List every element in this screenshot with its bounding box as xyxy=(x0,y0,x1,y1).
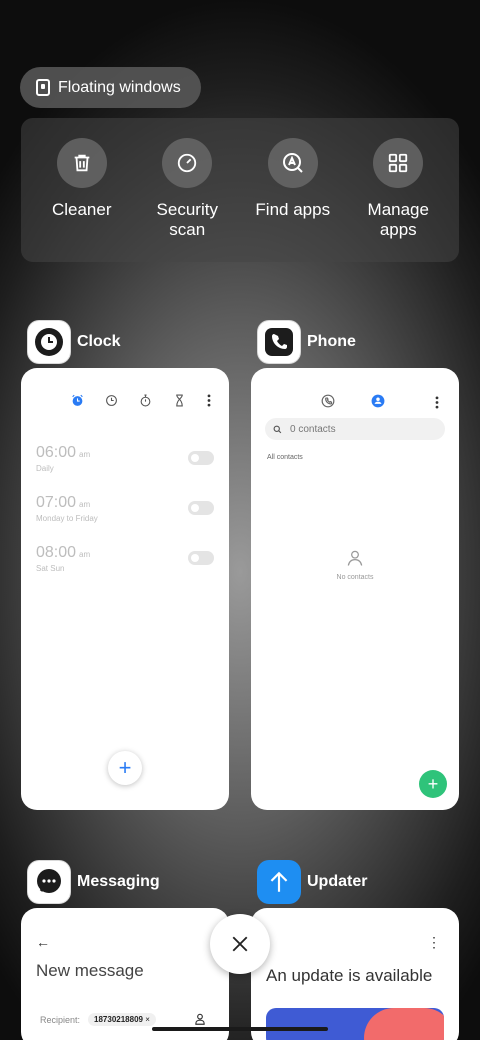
alarm-time-value: 08:00 xyxy=(36,544,77,561)
clock-tabs xyxy=(71,394,211,407)
empty-state: No contacts xyxy=(251,548,459,581)
add-alarm-button[interactable]: + xyxy=(108,751,142,785)
alarm-row[interactable]: 08:00 am Sat Sun xyxy=(36,544,214,584)
contact-picker-icon[interactable] xyxy=(193,1012,207,1026)
home-indicator[interactable] xyxy=(152,1027,328,1031)
phone-tabs xyxy=(321,394,385,408)
recipient-label: Recipient: xyxy=(40,1014,81,1025)
call-log-tab-icon[interactable] xyxy=(321,394,335,408)
alarm-tab-icon[interactable] xyxy=(71,394,84,407)
security-scan-label-line1: Security xyxy=(156,200,218,219)
close-icon xyxy=(232,936,248,952)
alarm-row[interactable]: 06:00 am Daily xyxy=(36,444,214,484)
updater-app-card[interactable]: ⋮ An update is available xyxy=(251,908,459,1040)
alarm-time-value: 06:00 xyxy=(36,444,77,461)
clock-app-card[interactable]: 06:00 am Daily 07:00 am Monday to Friday 0… xyxy=(21,368,229,810)
recipient-chip[interactable]: 18730218809 × xyxy=(88,1013,156,1026)
timer-tab-icon[interactable] xyxy=(173,394,186,407)
messaging-app-name: Messaging xyxy=(77,873,160,890)
alarm-repeat: Monday to Friday xyxy=(36,514,98,523)
manage-apps-label-line2: apps xyxy=(379,220,417,239)
alarm-row[interactable]: 07:00 am Monday to Friday xyxy=(36,494,214,534)
security-scan-label: Security scan xyxy=(157,200,218,240)
close-all-button[interactable] xyxy=(210,914,270,974)
trash-icon xyxy=(56,138,107,188)
no-contacts-text: No contacts xyxy=(336,574,374,581)
updater-app-header[interactable]: Updater xyxy=(257,860,367,904)
security-scan-button[interactable]: Security scan xyxy=(137,138,237,262)
clock-app-header[interactable]: Clock xyxy=(27,320,121,364)
find-apps-button[interactable]: Find apps xyxy=(243,138,343,262)
grid-icon xyxy=(373,138,424,188)
recipient-number: 18730218809 xyxy=(94,1015,143,1024)
updater-app-name: Updater xyxy=(307,873,368,890)
phone-app-header[interactable]: Phone xyxy=(257,320,356,364)
alarm-toggle[interactable] xyxy=(188,551,214,565)
add-contact-button[interactable]: + xyxy=(419,770,447,798)
security-scan-icon xyxy=(162,138,213,188)
floating-window-icon xyxy=(36,79,50,96)
messaging-app-header[interactable]: Messaging xyxy=(27,860,160,904)
manage-apps-label-line1: Manage xyxy=(367,200,429,219)
floating-windows-button[interactable]: Floating windows xyxy=(20,67,201,108)
chip-remove-icon[interactable]: × xyxy=(145,1015,150,1024)
phone-app-card[interactable]: 0 contacts All contacts No contacts + xyxy=(251,368,459,810)
all-contacts-filter[interactable]: All contacts xyxy=(267,454,303,461)
manage-apps-button[interactable]: Manage apps xyxy=(348,138,448,262)
floating-windows-label: Floating windows xyxy=(58,78,181,96)
alarm-repeat: Daily xyxy=(36,464,54,473)
security-scan-label-line2: scan xyxy=(169,220,206,239)
cleaner-label: Cleaner xyxy=(51,200,112,219)
alarm-ampm: am xyxy=(79,500,91,509)
person-icon xyxy=(347,550,363,566)
alarm-repeat: Sat Sun xyxy=(36,564,65,573)
search-placeholder: 0 contacts xyxy=(290,423,336,435)
world-clock-tab-icon[interactable] xyxy=(105,394,118,407)
cleaner-button[interactable]: Cleaner xyxy=(32,138,132,262)
more-menu-icon[interactable] xyxy=(207,394,211,407)
contacts-search-input[interactable]: 0 contacts xyxy=(265,418,445,440)
alarm-ampm: am xyxy=(79,450,91,459)
search-icon xyxy=(273,425,282,433)
quick-actions-panel: Cleaner Security scan Find apps Manage app… xyxy=(21,118,459,262)
update-banner-image xyxy=(266,1008,444,1040)
find-apps-label: Find apps xyxy=(255,200,331,219)
messaging-app-card[interactable]: ← New message Recipient: 18730218809 × xyxy=(21,908,229,1040)
manage-apps-label: Manage apps xyxy=(368,200,429,240)
more-menu-icon[interactable] xyxy=(435,396,439,409)
find-apps-icon xyxy=(267,138,318,188)
updater-app-icon xyxy=(257,860,301,904)
update-available-title: An update is available xyxy=(266,966,433,985)
clock-app-icon xyxy=(27,320,71,364)
back-arrow-icon[interactable]: ← xyxy=(36,934,50,950)
alarm-toggle[interactable] xyxy=(188,451,214,465)
phone-app-name: Phone xyxy=(307,333,356,350)
stopwatch-tab-icon[interactable] xyxy=(139,394,152,407)
clock-app-name: Clock xyxy=(77,333,121,350)
more-menu-icon[interactable]: ⋮ xyxy=(427,934,441,951)
phone-app-icon xyxy=(257,320,301,364)
alarm-ampm: am xyxy=(79,550,91,559)
recipient-row[interactable]: Recipient: 18730218809 × xyxy=(40,1013,156,1026)
banner-shape xyxy=(364,1008,444,1040)
alarm-time-value: 07:00 xyxy=(36,494,77,511)
messaging-app-icon xyxy=(27,860,71,904)
contacts-tab-icon[interactable] xyxy=(371,394,385,408)
alarm-toggle[interactable] xyxy=(188,501,214,515)
new-message-title: New message xyxy=(36,961,144,980)
